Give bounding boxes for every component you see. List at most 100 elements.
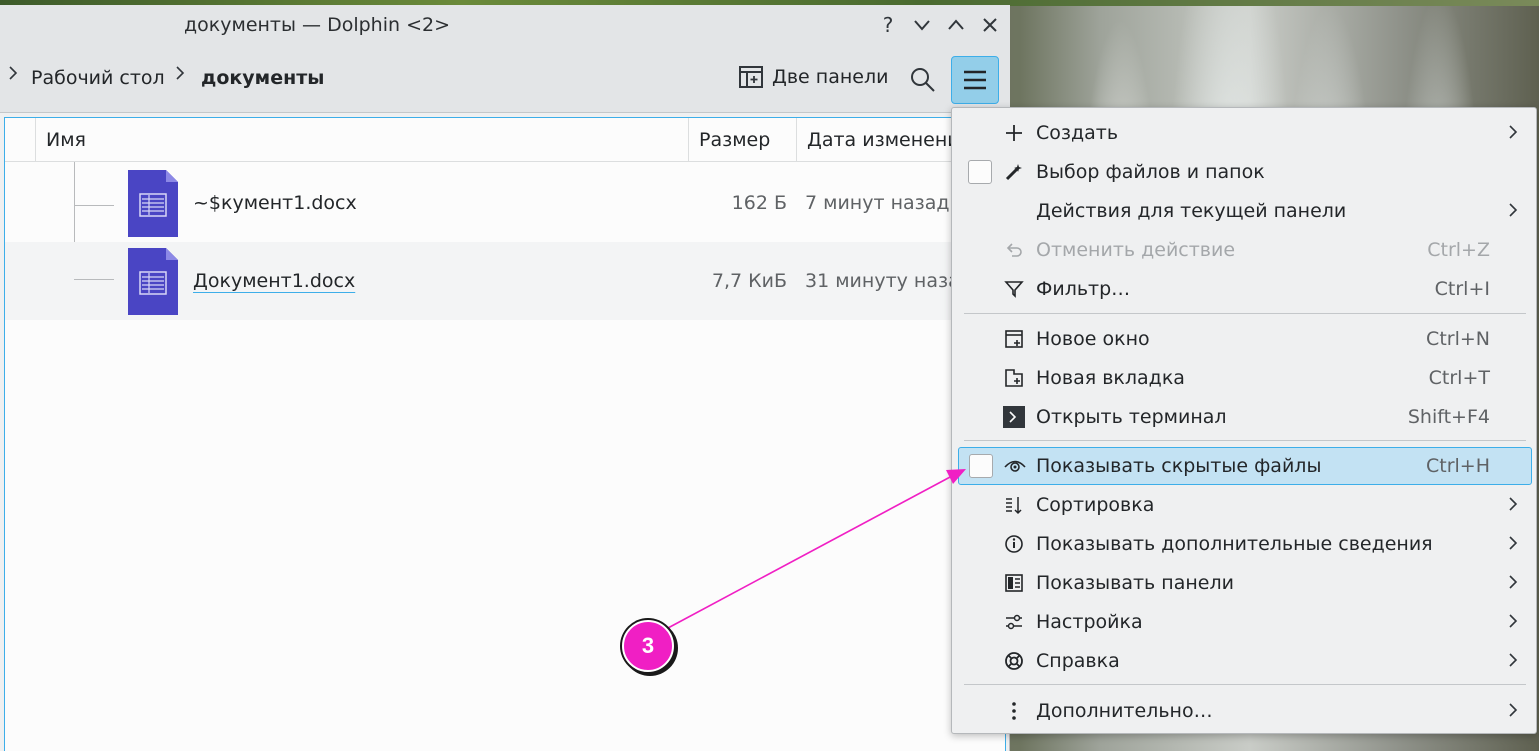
menu-item-shortcut: Ctrl+I bbox=[1434, 278, 1490, 300]
tree-branch bbox=[74, 205, 114, 206]
help-icon bbox=[1002, 649, 1026, 673]
menu-item-undo[interactable]: Отменить действие Ctrl+Z bbox=[958, 231, 1532, 269]
chevron-right-icon bbox=[1508, 610, 1518, 634]
chevron-right-icon bbox=[8, 65, 18, 86]
menu-item-label: Сортировка bbox=[1036, 494, 1155, 516]
panels-icon bbox=[1002, 571, 1026, 595]
file-name: Документ1.docx bbox=[193, 270, 356, 292]
column-size[interactable]: Размер bbox=[688, 118, 796, 162]
menu-separator bbox=[964, 684, 1526, 685]
chevron-down-icon bbox=[914, 20, 930, 31]
menu-item-show-hidden-files[interactable]: Показывать скрытые файлы Ctrl+H bbox=[958, 447, 1532, 485]
filter-icon bbox=[1002, 277, 1026, 301]
menu-item-shortcut: Shift+F4 bbox=[1407, 406, 1490, 428]
menu-item-shortcut: Ctrl+N bbox=[1426, 328, 1490, 350]
menu-item-label: Новое окно bbox=[1036, 328, 1150, 350]
menu-item-terminal[interactable]: Открыть терминал Shift+F4 bbox=[958, 398, 1532, 436]
menu-item-filter[interactable]: Фильтр… Ctrl+I bbox=[958, 270, 1532, 308]
menu-item-sort[interactable]: Сортировка bbox=[958, 486, 1532, 524]
wand-icon bbox=[1002, 160, 1026, 184]
new-tab-icon bbox=[1002, 366, 1026, 390]
menu-separator bbox=[964, 313, 1526, 314]
split-view-button[interactable]: Две панели bbox=[738, 65, 888, 89]
eye-icon bbox=[1003, 454, 1027, 478]
menu-item-additional-info[interactable]: Показывать дополнительные сведения bbox=[958, 525, 1532, 563]
column-name[interactable]: Имя bbox=[35, 118, 688, 162]
file-view[interactable]: Имя Размер Дата изменени ~$кумент1.docx … bbox=[4, 117, 1006, 751]
menu-item-label: Действия для текущей панели bbox=[1036, 200, 1347, 222]
breadcrumb-desktop[interactable]: Рабочий стол bbox=[31, 67, 165, 89]
menu-item-panel-actions[interactable]: Действия для текущей панели bbox=[958, 192, 1532, 230]
table-row[interactable]: ~$кумент1.docx 162 Б 7 минут назад bbox=[5, 164, 1005, 242]
title-bar: документы — Dolphin <2> ? bbox=[0, 5, 1010, 45]
chevron-right-icon bbox=[1508, 532, 1518, 556]
close-button[interactable] bbox=[978, 13, 1002, 37]
breadcrumb-current[interactable]: документы bbox=[201, 67, 324, 89]
menu-item-configure[interactable]: Настройка bbox=[958, 603, 1532, 641]
dolphin-window: документы — Dolphin <2> ? Рабочий стол д… bbox=[0, 5, 1010, 751]
undo-icon bbox=[1002, 238, 1026, 262]
hamburger-icon bbox=[964, 70, 986, 90]
menu-item-label: Отменить действие bbox=[1036, 239, 1236, 261]
app-menu: Создать Выбор файлов и папок Действия дл… bbox=[951, 107, 1537, 734]
menu-item-new-tab[interactable]: Новая вкладка Ctrl+T bbox=[958, 359, 1532, 397]
close-icon bbox=[983, 18, 997, 32]
new-window-icon bbox=[1002, 327, 1026, 351]
plus-icon bbox=[1002, 121, 1026, 145]
file-size: 7,7 КиБ bbox=[711, 270, 787, 292]
menu-item-label: Показывать дополнительные сведения bbox=[1036, 533, 1433, 555]
menu-item-create[interactable]: Создать bbox=[958, 114, 1532, 152]
menu-item-new-window[interactable]: Новое окно Ctrl+N bbox=[958, 320, 1532, 358]
menu-item-shortcut: Ctrl+H bbox=[1425, 455, 1490, 477]
file-size: 162 Б bbox=[731, 192, 787, 214]
info-icon bbox=[1002, 532, 1026, 556]
menu-item-label: Показывать скрытые файлы bbox=[1036, 455, 1322, 477]
chevron-up-icon bbox=[948, 19, 964, 30]
menu-item-show-panels[interactable]: Показывать панели bbox=[958, 564, 1532, 602]
menu-item-help[interactable]: Справка bbox=[958, 642, 1532, 680]
menu-separator bbox=[964, 440, 1526, 441]
menu-item-label: Настройка bbox=[1036, 611, 1143, 633]
menu-item-more[interactable]: Дополнительно… bbox=[958, 692, 1532, 730]
tree-branch bbox=[74, 279, 114, 280]
menu-item-label: Создать bbox=[1036, 122, 1119, 144]
more-icon bbox=[1002, 699, 1026, 723]
menu-item-label: Фильтр… bbox=[1036, 278, 1131, 300]
terminal-icon bbox=[1002, 405, 1026, 429]
document-icon bbox=[128, 170, 178, 237]
window-title: документы — Dolphin <2> bbox=[184, 14, 450, 36]
menu-item-label: Дополнительно… bbox=[1036, 700, 1213, 722]
menu-item-label: Выбор файлов и папок bbox=[1036, 161, 1265, 183]
chevron-right-icon bbox=[175, 65, 185, 86]
select-files-checkbox[interactable] bbox=[968, 160, 992, 184]
sort-icon bbox=[1002, 493, 1026, 517]
chevron-right-icon bbox=[1508, 493, 1518, 517]
menu-item-label: Открыть терминал bbox=[1036, 406, 1227, 428]
help-button[interactable]: ? bbox=[876, 13, 900, 37]
maximize-button[interactable] bbox=[944, 13, 968, 37]
menu-item-label: Справка bbox=[1036, 650, 1120, 672]
menu-item-select-files[interactable]: Выбор файлов и папок bbox=[958, 153, 1532, 191]
file-modified: 7 минут назад bbox=[805, 192, 950, 214]
document-icon bbox=[128, 248, 178, 315]
column-header: Имя Размер Дата изменени bbox=[5, 118, 1005, 162]
show-hidden-checkbox[interactable] bbox=[969, 454, 993, 478]
menu-item-shortcut: Ctrl+Z bbox=[1427, 239, 1490, 261]
search-icon bbox=[911, 68, 935, 92]
menu-item-label: Показывать панели bbox=[1036, 572, 1234, 594]
file-name: ~$кумент1.docx bbox=[193, 192, 357, 214]
minimize-button[interactable] bbox=[910, 13, 934, 37]
toolbar: Рабочий стол документы Две панели bbox=[0, 45, 1010, 113]
menu-item-shortcut: Ctrl+T bbox=[1428, 367, 1490, 389]
chevron-right-icon bbox=[1508, 699, 1518, 723]
chevron-right-icon bbox=[1508, 121, 1518, 145]
hamburger-menu-button[interactable] bbox=[951, 56, 999, 104]
table-row[interactable]: Документ1.docx 7,7 КиБ 31 минуту назад bbox=[5, 242, 1005, 320]
chevron-right-icon bbox=[1508, 199, 1518, 223]
split-view-icon bbox=[739, 66, 763, 88]
split-view-label: Две панели bbox=[772, 66, 889, 88]
menu-item-label: Новая вкладка bbox=[1036, 367, 1185, 389]
search-button[interactable] bbox=[910, 67, 936, 98]
settings-icon bbox=[1002, 610, 1026, 634]
chevron-right-icon bbox=[1508, 571, 1518, 595]
